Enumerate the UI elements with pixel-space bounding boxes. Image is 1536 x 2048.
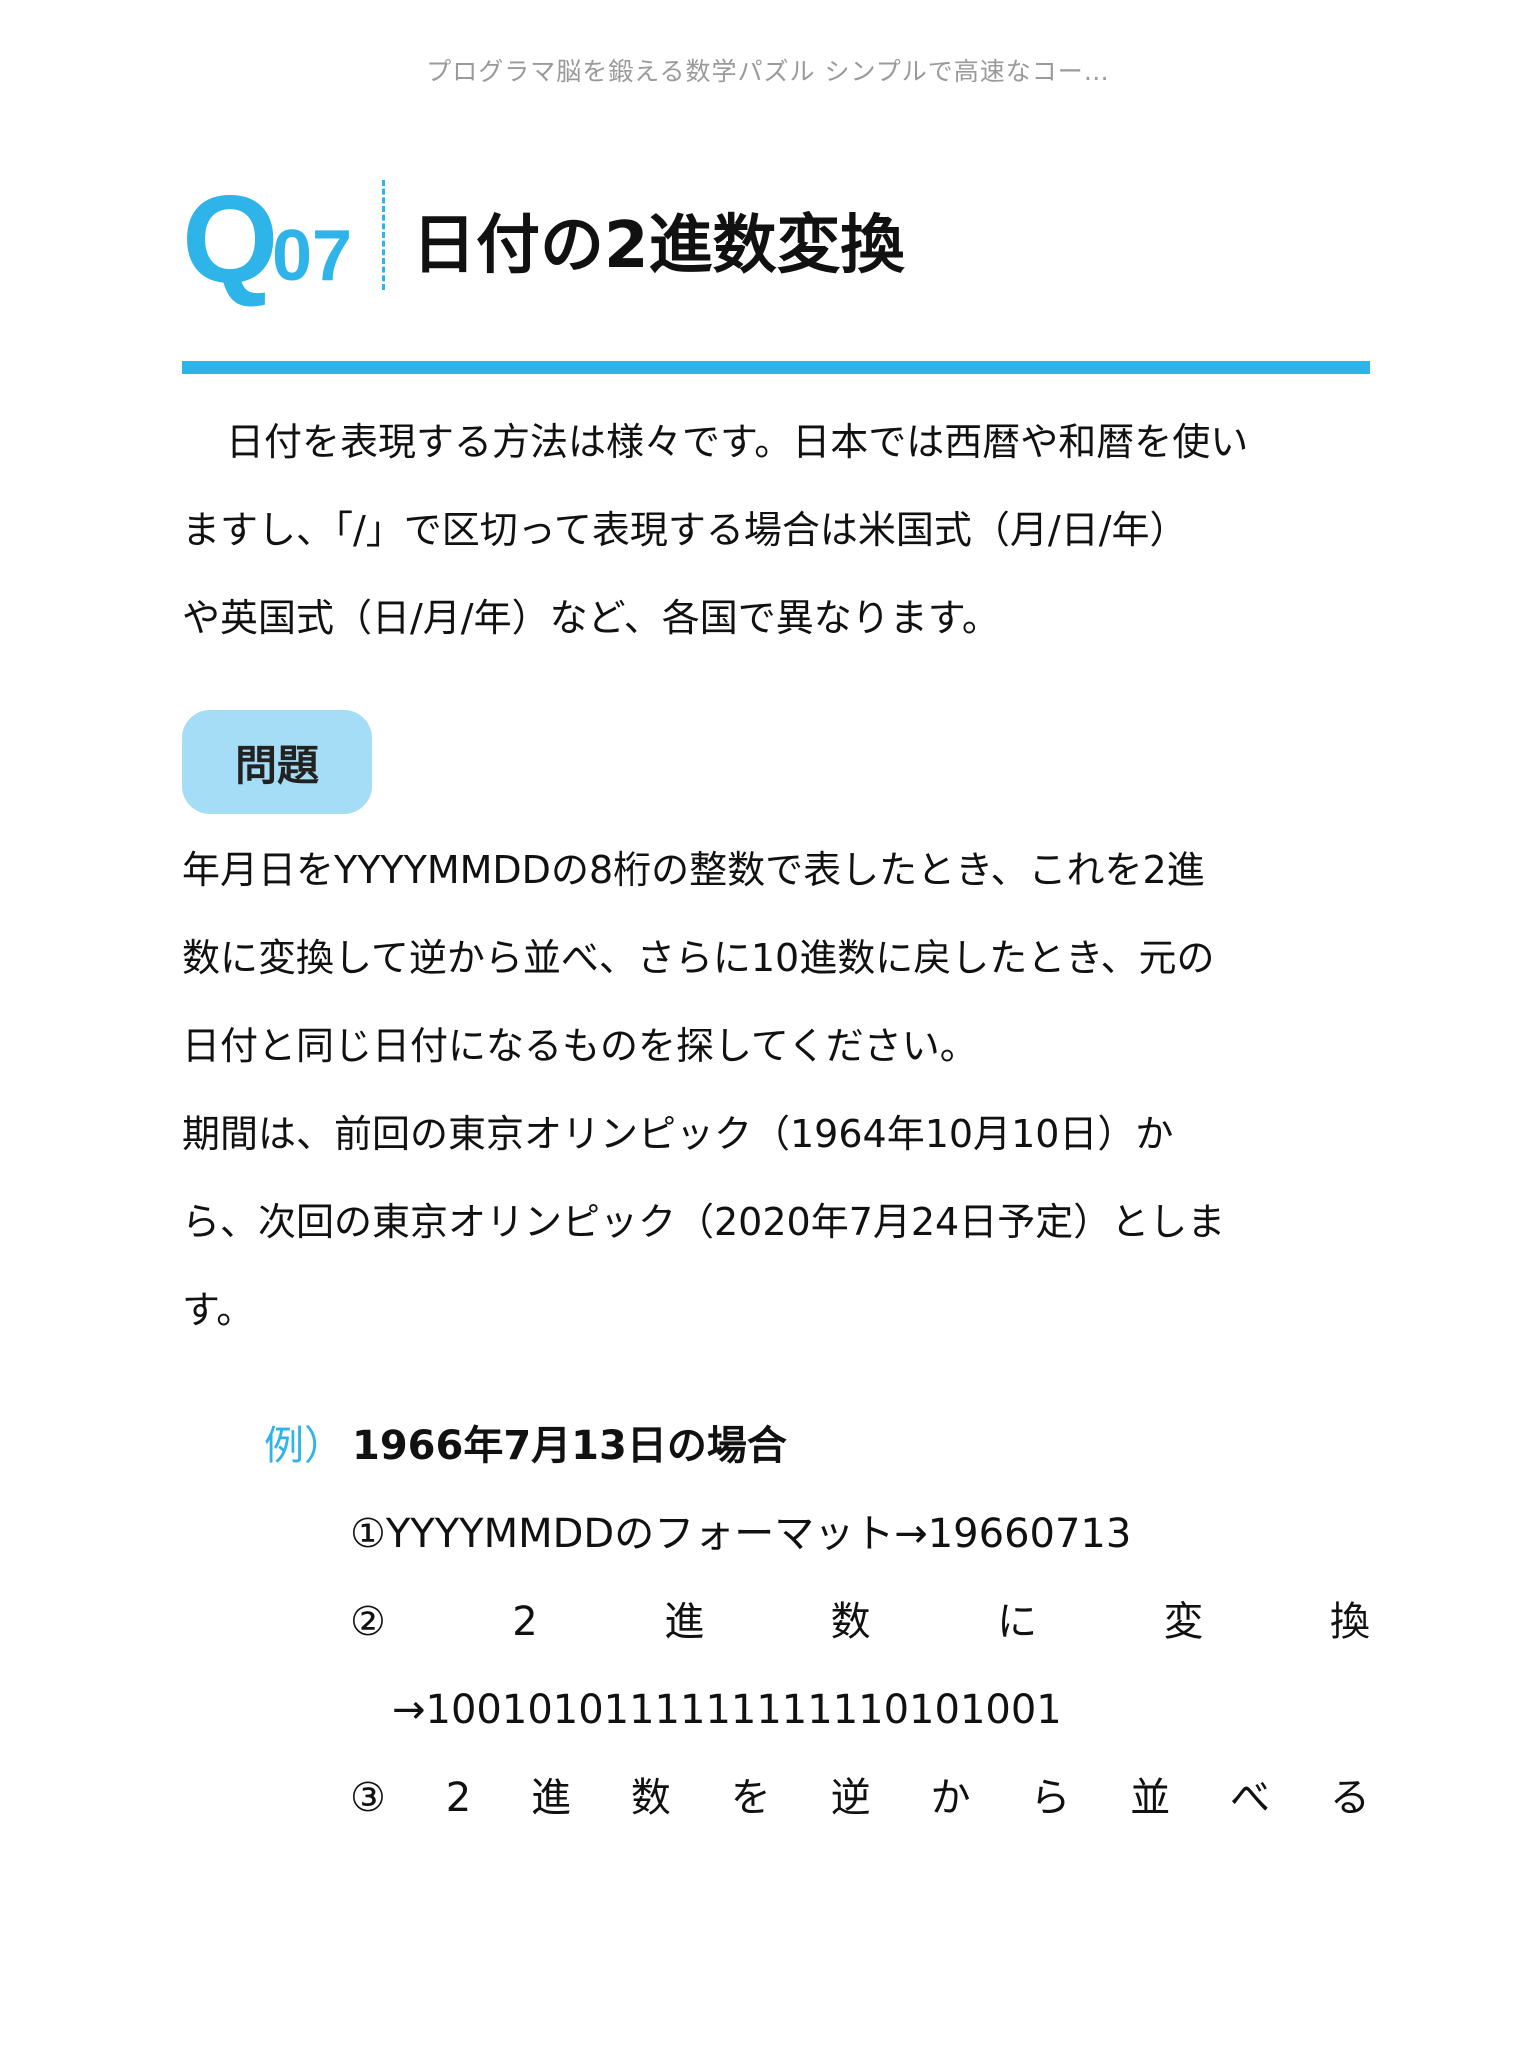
step-char: 変 xyxy=(1163,1599,1204,1645)
step-char: べ xyxy=(1230,1775,1271,1821)
heading-divider xyxy=(382,180,385,290)
problem-line: す。 xyxy=(182,1288,255,1332)
problem-line: 数に変換して逆から並べ、さらに10進数に戻したとき、元の xyxy=(182,936,1215,980)
step-char: 進 xyxy=(531,1775,572,1821)
step-char: 逆 xyxy=(830,1775,871,1821)
intro-line: ますし、「/」で区切って表現する場合は米国式（月/日/年） xyxy=(182,508,1188,552)
step-char: 数 xyxy=(830,1599,871,1645)
step-char: 進 xyxy=(664,1599,705,1645)
example-step-3: ③ 2 進 数 を 逆 か ら 並 べ る xyxy=(350,1754,1370,1842)
example-heading: 1966年7月13日の場合 xyxy=(352,1423,787,1469)
step-char: 並 xyxy=(1130,1775,1171,1821)
title-underline xyxy=(182,361,1370,374)
example-label: 例） xyxy=(264,1423,344,1469)
intro-paragraph: 日付を表現する方法は様々です。日本では西暦や和暦を使い ますし、「/」で区切って… xyxy=(182,398,1370,662)
problem-paragraph: 年月日をYYYYMMDDの8桁の整数で表したとき、これを2進 数に変換して逆から… xyxy=(182,826,1370,1354)
step-char: を xyxy=(730,1775,771,1821)
example-step-1: ①YYYYMMDDのフォーマット→19660713 xyxy=(350,1511,1132,1557)
question-number: 07 xyxy=(272,216,353,296)
step-char: 数 xyxy=(630,1775,671,1821)
intro-line: 日付を表現する方法は様々です。日本では西暦や和暦を使い xyxy=(226,420,1249,464)
step-char: 2 xyxy=(512,1599,538,1645)
problem-line: 年月日をYYYYMMDDの8桁の整数で表したとき、これを2進 xyxy=(182,848,1205,892)
step-char: ら xyxy=(1030,1775,1071,1821)
question-heading: Q 07 日付の2進数変換 xyxy=(182,178,1382,302)
question-letter: Q xyxy=(182,171,279,309)
example-step-2-result: →1001010111111111110101001 xyxy=(392,1687,1062,1733)
step-char: に xyxy=(997,1599,1038,1645)
running-title: プログラマ脳を鍛える数学パズル シンプルで高速なコー… xyxy=(426,57,1110,86)
step-char: か xyxy=(930,1775,971,1821)
step-char: ② xyxy=(350,1599,386,1645)
problem-line: ら、次回の東京オリンピック（2020年7月24日予定）としま xyxy=(182,1200,1226,1244)
intro-line: や英国式（日/月/年）など、各国で異なります。 xyxy=(182,596,1000,640)
problem-line: 期間は、前回の東京オリンピック（1964年10月10日）か xyxy=(182,1112,1174,1156)
question-title: 日付の2進数変換 xyxy=(412,209,905,283)
problem-badge: 問題 xyxy=(182,710,372,814)
problem-line: 日付と同じ日付になるものを探してください。 xyxy=(182,1024,978,1068)
step-char: る xyxy=(1329,1775,1370,1821)
step-char: ③ xyxy=(350,1775,386,1821)
example-step-2: ② 2 進 数 に 変 換 xyxy=(350,1578,1370,1666)
step-char: 換 xyxy=(1329,1599,1370,1645)
step-char: 2 xyxy=(445,1775,472,1821)
